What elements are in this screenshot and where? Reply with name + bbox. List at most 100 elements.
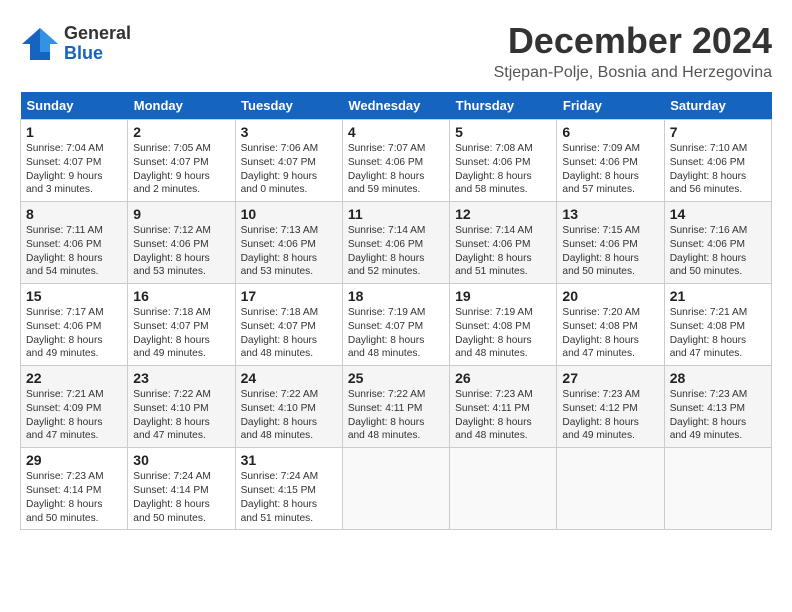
calendar-cell: 5Sunrise: 7:08 AMSunset: 4:06 PMDaylight…: [450, 120, 557, 202]
day-number: 2: [133, 124, 229, 140]
day-info: Sunrise: 7:24 AMSunset: 4:14 PMDaylight:…: [133, 470, 229, 525]
day-number: 26: [455, 370, 551, 386]
logo-general-text: General: [64, 24, 131, 44]
day-number: 24: [241, 370, 337, 386]
calendar-cell: 6Sunrise: 7:09 AMSunset: 4:06 PMDaylight…: [557, 120, 664, 202]
day-info: Sunrise: 7:13 AMSunset: 4:06 PMDaylight:…: [241, 224, 337, 279]
day-info: Sunrise: 7:06 AMSunset: 4:07 PMDaylight:…: [241, 142, 337, 197]
day-info: Sunrise: 7:14 AMSunset: 4:06 PMDaylight:…: [455, 224, 551, 279]
day-number: 30: [133, 452, 229, 468]
day-number: 23: [133, 370, 229, 386]
day-info: Sunrise: 7:14 AMSunset: 4:06 PMDaylight:…: [348, 224, 444, 279]
calendar-cell: [664, 448, 771, 530]
day-number: 6: [562, 124, 658, 140]
main-title: December 2024: [494, 20, 772, 62]
day-info: Sunrise: 7:21 AMSunset: 4:08 PMDaylight:…: [670, 306, 766, 361]
day-number: 22: [26, 370, 122, 386]
calendar-cell: 19 Sunrise: 7:19 AMSunset: 4:08 PMDayligh…: [450, 284, 557, 366]
calendar-cell: 29 Sunrise: 7:23 AMSunset: 4:14 PMDayligh…: [21, 448, 128, 530]
column-header-saturday: Saturday: [664, 92, 771, 120]
calendar-cell: 16 Sunrise: 7:18 AMSunset: 4:07 PMDayligh…: [128, 284, 235, 366]
day-info: Sunrise: 7:16 AMSunset: 4:06 PMDaylight:…: [670, 224, 766, 279]
calendar-cell: 1Sunrise: 7:04 AMSunset: 4:07 PMDaylight…: [21, 120, 128, 202]
day-info: Sunrise: 7:21 AMSunset: 4:09 PMDaylight:…: [26, 388, 122, 443]
week-row-4: 22 Sunrise: 7:21 AMSunset: 4:09 PMDayligh…: [21, 366, 772, 448]
day-number: 20: [562, 288, 658, 304]
calendar-cell: 8 Sunrise: 7:11 AMSunset: 4:06 PMDaylight…: [21, 202, 128, 284]
title-block: December 2024 Stjepan-Polje, Bosnia and …: [494, 20, 772, 82]
calendar-cell: 30 Sunrise: 7:24 AMSunset: 4:14 PMDayligh…: [128, 448, 235, 530]
calendar-cell: 13 Sunrise: 7:15 AMSunset: 4:06 PMDayligh…: [557, 202, 664, 284]
calendar-cell: 27Sunrise: 7:23 AMSunset: 4:12 PMDayligh…: [557, 366, 664, 448]
day-number: 19: [455, 288, 551, 304]
calendar-cell: 11 Sunrise: 7:14 AMSunset: 4:06 PMDayligh…: [342, 202, 449, 284]
column-header-wednesday: Wednesday: [342, 92, 449, 120]
day-info: Sunrise: 7:23 AMSunset: 4:13 PMDaylight:…: [670, 388, 766, 443]
calendar-cell: 17 Sunrise: 7:18 AMSunset: 4:07 PMDayligh…: [235, 284, 342, 366]
day-number: 17: [241, 288, 337, 304]
day-info: Sunrise: 7:22 AMSunset: 4:10 PMDaylight:…: [241, 388, 337, 443]
day-info: Sunrise: 7:12 AMSunset: 4:06 PMDaylight:…: [133, 224, 229, 279]
day-info: Sunrise: 7:11 AMSunset: 4:06 PMDaylight:…: [26, 224, 122, 279]
day-info: Sunrise: 7:22 AMSunset: 4:10 PMDaylight:…: [133, 388, 229, 443]
calendar-cell: 15Sunrise: 7:17 AMSunset: 4:06 PMDayligh…: [21, 284, 128, 366]
day-number: 21: [670, 288, 766, 304]
week-row-2: 8 Sunrise: 7:11 AMSunset: 4:06 PMDaylight…: [21, 202, 772, 284]
day-info: Sunrise: 7:23 AMSunset: 4:14 PMDaylight:…: [26, 470, 122, 525]
day-info: Sunrise: 7:05 AMSunset: 4:07 PMDaylight:…: [133, 142, 229, 197]
day-number: 31: [241, 452, 337, 468]
day-number: 27: [562, 370, 658, 386]
logo-icon: [20, 26, 60, 62]
day-number: 13: [562, 206, 658, 222]
calendar-cell: 4Sunrise: 7:07 AMSunset: 4:06 PMDaylight…: [342, 120, 449, 202]
calendar-cell: [450, 448, 557, 530]
calendar-cell: 22 Sunrise: 7:21 AMSunset: 4:09 PMDayligh…: [21, 366, 128, 448]
calendar-cell: 3 Sunrise: 7:06 AMSunset: 4:07 PMDaylight…: [235, 120, 342, 202]
day-number: 10: [241, 206, 337, 222]
day-number: 15: [26, 288, 122, 304]
page: General Blue December 2024 Stjepan-Polje…: [0, 0, 792, 540]
day-number: 11: [348, 206, 444, 222]
day-number: 25: [348, 370, 444, 386]
column-header-monday: Monday: [128, 92, 235, 120]
header-row: SundayMondayTuesdayWednesdayThursdayFrid…: [21, 92, 772, 120]
logo-text: General Blue: [64, 24, 131, 64]
day-info: Sunrise: 7:22 AMSunset: 4:11 PMDaylight:…: [348, 388, 444, 443]
calendar-cell: 26 Sunrise: 7:23 AMSunset: 4:11 PMDayligh…: [450, 366, 557, 448]
column-header-sunday: Sunday: [21, 92, 128, 120]
day-info: Sunrise: 7:07 AMSunset: 4:06 PMDaylight:…: [348, 142, 444, 197]
day-info: Sunrise: 7:23 AMSunset: 4:11 PMDaylight:…: [455, 388, 551, 443]
day-number: 29: [26, 452, 122, 468]
day-info: Sunrise: 7:18 AMSunset: 4:07 PMDaylight:…: [241, 306, 337, 361]
day-number: 28: [670, 370, 766, 386]
day-number: 1: [26, 124, 122, 140]
calendar-cell: 12 Sunrise: 7:14 AMSunset: 4:06 PMDayligh…: [450, 202, 557, 284]
subtitle: Stjepan-Polje, Bosnia and Herzegovina: [494, 64, 772, 82]
calendar-cell: 7Sunrise: 7:10 AMSunset: 4:06 PMDaylight…: [664, 120, 771, 202]
calendar-cell: 18 Sunrise: 7:19 AMSunset: 4:07 PMDayligh…: [342, 284, 449, 366]
calendar-cell: 28 Sunrise: 7:23 AMSunset: 4:13 PMDayligh…: [664, 366, 771, 448]
column-header-thursday: Thursday: [450, 92, 557, 120]
day-info: Sunrise: 7:19 AMSunset: 4:07 PMDaylight:…: [348, 306, 444, 361]
day-info: Sunrise: 7:15 AMSunset: 4:06 PMDaylight:…: [562, 224, 658, 279]
calendar-cell: 23 Sunrise: 7:22 AMSunset: 4:10 PMDayligh…: [128, 366, 235, 448]
day-info: Sunrise: 7:19 AMSunset: 4:08 PMDaylight:…: [455, 306, 551, 361]
calendar-cell: 31Sunrise: 7:24 AMSunset: 4:15 PMDayligh…: [235, 448, 342, 530]
calendar-cell: 2 Sunrise: 7:05 AMSunset: 4:07 PMDaylight…: [128, 120, 235, 202]
day-info: Sunrise: 7:20 AMSunset: 4:08 PMDaylight:…: [562, 306, 658, 361]
week-row-1: 1Sunrise: 7:04 AMSunset: 4:07 PMDaylight…: [21, 120, 772, 202]
day-info: Sunrise: 7:10 AMSunset: 4:06 PMDaylight:…: [670, 142, 766, 197]
day-number: 5: [455, 124, 551, 140]
day-number: 3: [241, 124, 337, 140]
header: General Blue December 2024 Stjepan-Polje…: [20, 20, 772, 82]
day-number: 9: [133, 206, 229, 222]
calendar-cell: 20 Sunrise: 7:20 AMSunset: 4:08 PMDayligh…: [557, 284, 664, 366]
day-number: 12: [455, 206, 551, 222]
day-number: 8: [26, 206, 122, 222]
day-number: 18: [348, 288, 444, 304]
calendar-table: SundayMondayTuesdayWednesdayThursdayFrid…: [20, 92, 772, 530]
day-number: 16: [133, 288, 229, 304]
calendar-cell: [342, 448, 449, 530]
calendar-cell: 21 Sunrise: 7:21 AMSunset: 4:08 PMDayligh…: [664, 284, 771, 366]
day-info: Sunrise: 7:18 AMSunset: 4:07 PMDaylight:…: [133, 306, 229, 361]
